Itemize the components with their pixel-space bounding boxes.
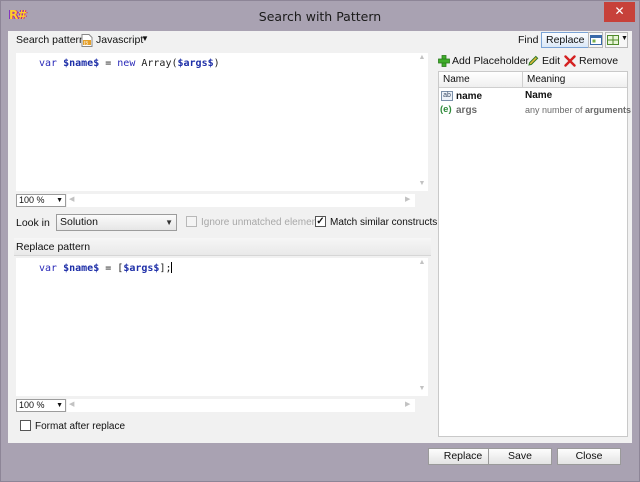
remove-placeholder-label: Remove	[579, 55, 619, 67]
scroll-left-icon[interactable]: ◀	[69, 195, 74, 203]
dialog-layout-button[interactable]	[588, 32, 603, 48]
search-pattern-label: Search pattern	[16, 34, 85, 46]
scroll-down-icon[interactable]: ▼	[416, 179, 428, 189]
svg-text:JS: JS	[83, 40, 88, 46]
search-with-pattern-dialog: R# Search with Pattern ✕ Search pattern …	[0, 0, 640, 482]
pencil-icon	[528, 55, 539, 66]
remove-x-icon	[564, 55, 576, 67]
scroll-right-icon[interactable]: ▶	[405, 195, 410, 203]
scroll-right-icon[interactable]: ▶	[405, 400, 410, 408]
expression-placeholder-icon: (e)	[440, 104, 452, 115]
dialog-title: Search with Pattern	[258, 9, 382, 24]
chevron-down-icon: ▼	[56, 402, 63, 409]
placeholder-meaning: Name	[525, 90, 553, 101]
options-menu-button[interactable]: ▼	[605, 32, 628, 48]
text-caret	[171, 262, 173, 273]
chevron-down-icon: ▼	[621, 35, 628, 42]
find-mode-button[interactable]: Find	[518, 34, 538, 46]
chevron-down-icon: ▼	[165, 218, 173, 227]
ignore-unmatched-checkbox[interactable]	[186, 216, 197, 227]
look-in-value: Solution	[60, 216, 98, 228]
look-in-select[interactable]: Solution ▼	[56, 214, 177, 231]
match-similar-checkbox[interactable]: ✓	[315, 216, 326, 227]
search-zoom-select[interactable]: 100 % ▼	[16, 194, 66, 207]
replace-pattern-header: Replace pattern	[14, 238, 431, 256]
replace-pattern-editor[interactable]: var $name$ = [$args$]; ▲ ▼	[16, 258, 428, 396]
format-after-replace-label: Format after replace	[35, 421, 126, 432]
placeholder-name: args	[456, 105, 478, 116]
scroll-left-icon[interactable]: ◀	[69, 400, 74, 408]
replace-zoom-value: 100 %	[19, 400, 45, 410]
look-in-label: Look in	[16, 217, 50, 229]
language-selector[interactable]: JS Javascript ▼	[81, 33, 151, 48]
column-header-meaning[interactable]: Meaning	[523, 72, 627, 88]
scroll-down-icon[interactable]: ▼	[416, 384, 428, 394]
replace-editor-vertical-scrollbar[interactable]: ▲ ▼	[416, 258, 428, 396]
plus-icon	[438, 55, 450, 67]
format-after-replace-checkbox[interactable]	[20, 420, 31, 431]
javascript-file-icon: JS	[81, 34, 93, 47]
column-header-name[interactable]: Name	[439, 72, 523, 88]
title-bar[interactable]: R# Search with Pattern ✕	[1, 1, 639, 31]
close-button[interactable]: Close	[557, 448, 621, 465]
add-placeholder-button[interactable]: Add Placeholder	[438, 53, 530, 69]
replace-pattern-code: var $name$ = [$args$];	[39, 262, 173, 274]
replace-mode-button[interactable]: Replace	[541, 32, 590, 48]
replace-pattern-label: Replace pattern	[16, 241, 91, 253]
dialog-body: Search pattern JS Javascript ▼ Find Repl…	[8, 31, 632, 443]
ignore-unmatched-label: Ignore unmatched elements	[201, 217, 325, 228]
search-editor-horizontal-scrollbar[interactable]: ◀ ▶	[67, 194, 415, 207]
replace-editor-horizontal-scrollbar[interactable]: ◀ ▶	[67, 399, 415, 412]
table-row[interactable]: ab name Name	[439, 90, 627, 103]
search-zoom-value: 100 %	[19, 195, 45, 205]
grid-options-icon	[607, 35, 619, 45]
scroll-up-icon[interactable]: ▲	[416, 53, 428, 63]
language-value: Javascript	[96, 34, 144, 46]
table-row[interactable]: (e) args any number of arguments	[439, 104, 631, 117]
add-placeholder-label: Add Placeholder	[452, 55, 530, 67]
chevron-down-icon: ▼	[56, 197, 63, 204]
search-pattern-code: var $name$ = new Array($args$)	[39, 58, 220, 69]
close-window-button[interactable]: ✕	[604, 2, 635, 22]
edit-placeholder-button[interactable]: Edit	[527, 53, 563, 69]
match-similar-label: Match similar constructs	[330, 217, 438, 228]
save-button[interactable]: Save	[488, 448, 552, 465]
scroll-up-icon[interactable]: ▲	[416, 258, 428, 268]
placeholders-table: Name Meaning ab name Name (e) args any n…	[438, 71, 631, 437]
remove-placeholder-button[interactable]: Remove	[564, 53, 620, 69]
placeholder-meaning: any number of arguments	[525, 105, 632, 115]
text-placeholder-icon: ab	[441, 91, 453, 101]
search-editor-vertical-scrollbar[interactable]: ▲ ▼	[416, 53, 428, 191]
window-layout-icon	[590, 35, 602, 45]
search-pattern-editor[interactable]: var $name$ = new Array($args$) ▲ ▼	[16, 53, 428, 191]
replace-zoom-select[interactable]: 100 % ▼	[16, 399, 66, 412]
placeholder-name: name	[456, 91, 483, 102]
edit-placeholder-label: Edit	[542, 55, 561, 67]
chevron-down-icon: ▼	[141, 34, 149, 43]
